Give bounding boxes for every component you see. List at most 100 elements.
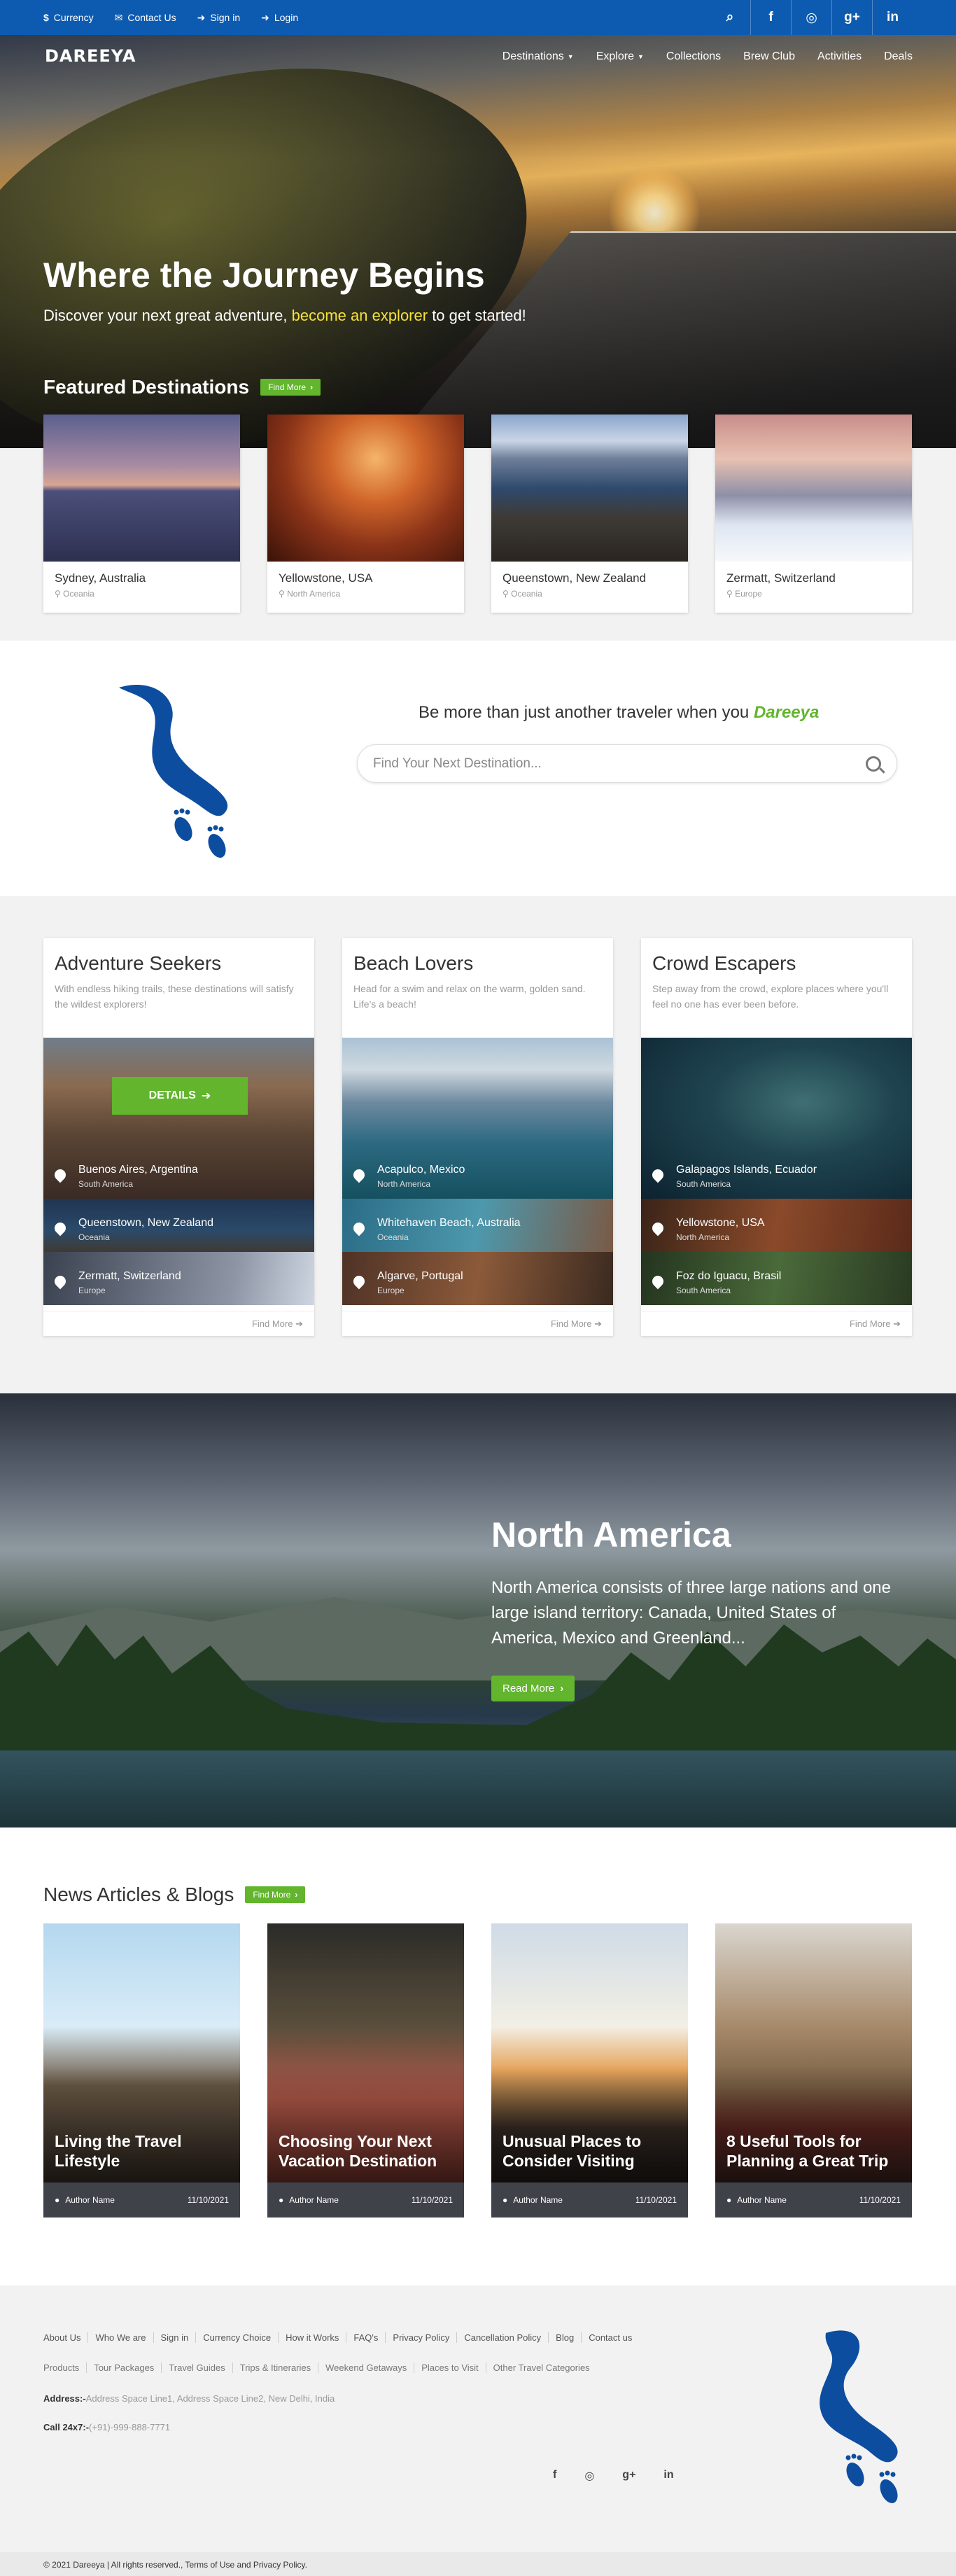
nav-label: Explore: [596, 50, 634, 62]
place-info: Zermatt, Switzerland Europe: [52, 1270, 181, 1295]
article-title[interactable]: 8 Useful Tools for Planning a Great Trip: [726, 2132, 901, 2171]
footer-link[interactable]: Sign in: [153, 2332, 196, 2343]
nav-destinations[interactable]: Destinations ▼: [502, 50, 574, 63]
tagline-brand: Dareeya: [753, 703, 820, 722]
featured-card[interactable]: Yellowstone, USA ⚲ North America: [267, 415, 464, 613]
news-find-more-button[interactable]: Find More ›: [245, 1886, 306, 1903]
featured-card[interactable]: Queenstown, New Zealand ⚲ Oceania: [491, 415, 688, 613]
currency-link[interactable]: $ Currency: [43, 12, 94, 24]
article-card[interactable]: 8 Useful Tools for Planning a Great Trip…: [715, 1923, 912, 2218]
details-button[interactable]: DETAILS ➔: [112, 1077, 248, 1115]
nav-brew-club[interactable]: Brew Club: [743, 50, 795, 63]
linkedin-icon[interactable]: in: [663, 2469, 673, 2483]
place-row[interactable]: Zermatt, Switzerland Europe: [43, 1252, 314, 1305]
address-value: Address Space Line1, Address Space Line2…: [85, 2393, 335, 2404]
footer-link[interactable]: How it Works: [278, 2332, 346, 2343]
search-placeholder: Find Your Next Destination...: [373, 756, 542, 771]
nav-activities[interactable]: Activities: [817, 50, 862, 63]
facebook-icon[interactable]: f: [750, 0, 791, 35]
article-title[interactable]: Unusual Places to Consider Visiting: [502, 2132, 677, 2171]
read-more-button[interactable]: Read More ›: [491, 1676, 575, 1701]
nav-label: Destinations: [502, 50, 564, 62]
phone-label: Call 24x7:-: [43, 2422, 90, 2432]
arrow-right-icon: ➔: [295, 1318, 303, 1329]
featured-find-more-button[interactable]: Find More ›: [260, 379, 321, 396]
mail-icon: ✉: [114, 11, 123, 23]
article-card[interactable]: Choosing Your Next Vacation Destination …: [267, 1923, 464, 2218]
top-links: $ Currency ✉ Contact Us ➜ Sign in ➜ Login: [43, 12, 298, 24]
search-icon[interactable]: [866, 756, 881, 772]
footer-link[interactable]: Other Travel Categories: [485, 2362, 597, 2373]
featured-card[interactable]: Zermatt, Switzerland ⚲ Europe: [715, 415, 912, 613]
footer-link[interactable]: Products: [43, 2362, 86, 2373]
find-more-link[interactable]: Find More ➔: [342, 1311, 613, 1336]
copyright-bar: © 2021 Dareeya | All rights reserved., T…: [0, 2552, 956, 2576]
place-row[interactable]: Yellowstone, USA North America: [641, 1199, 912, 1252]
find-more-link[interactable]: Find More ➔: [641, 1311, 912, 1336]
article-author: Author Name: [289, 2195, 339, 2205]
map-pin-icon: [351, 1273, 367, 1290]
place-row[interactable]: Whitehaven Beach, Australia Oceania: [342, 1199, 613, 1252]
north-america-text: North America consists of three large na…: [491, 1578, 891, 1648]
search-icon[interactable]: ⌕: [710, 0, 750, 35]
article-card[interactable]: Living the Travel Lifestyle ● Author Name…: [43, 1923, 240, 2218]
instagram-icon[interactable]: ◎: [791, 0, 831, 35]
region-label: Oceania: [511, 589, 542, 599]
google-plus-icon[interactable]: g+: [831, 0, 872, 35]
find-more-label: Find More: [251, 1318, 293, 1329]
footer-link[interactable]: Cancellation Policy: [456, 2332, 548, 2343]
nav-deals[interactable]: Deals: [884, 50, 913, 63]
contact-us-link[interactable]: ✉ Contact Us: [115, 12, 176, 24]
footer-link[interactable]: Currency Choice: [195, 2332, 278, 2343]
place-row[interactable]: Galapagos Islands, Ecuador South America: [641, 1038, 912, 1199]
become-explorer-link[interactable]: become an explorer: [292, 307, 428, 324]
footer-link[interactable]: About Us: [43, 2332, 87, 2343]
google-plus-icon[interactable]: g+: [622, 2469, 635, 2483]
place-row[interactable]: Foz do Iguacu, Brasil South America: [641, 1252, 912, 1305]
map-pin-icon: [52, 1167, 69, 1183]
article-title[interactable]: Living the Travel Lifestyle: [55, 2132, 230, 2171]
footer-link[interactable]: Trips & Itineraries: [232, 2362, 318, 2373]
place-row[interactable]: Algarve, Portugal Europe: [342, 1252, 613, 1305]
site-logo[interactable]: DAREEYA: [45, 46, 136, 66]
instagram-icon[interactable]: ◎: [584, 2469, 594, 2483]
article-date: 11/10/2021: [411, 2195, 453, 2205]
nav-collections[interactable]: Collections: [666, 50, 721, 63]
place-row[interactable]: Queenstown, New Zealand Oceania: [43, 1199, 314, 1252]
address-label: Address:-: [43, 2393, 86, 2404]
article-author: Author Name: [737, 2195, 787, 2205]
category-description: Step away from the crowd, explore places…: [652, 983, 889, 1010]
sign-in-link[interactable]: ➜ Sign in: [197, 12, 241, 24]
footer-link[interactable]: Contact us: [581, 2332, 639, 2343]
footer-link[interactable]: Blog: [548, 2332, 581, 2343]
footer-link[interactable]: Tour Packages: [86, 2362, 161, 2373]
facebook-icon[interactable]: f: [553, 2469, 556, 2483]
article-title[interactable]: Choosing Your Next Vacation Destination: [279, 2132, 454, 2171]
featured-card[interactable]: Sydney, Australia ⚲ Oceania: [43, 415, 240, 613]
hero-title: Where the Journey Begins: [43, 256, 485, 295]
footer-mascot-logo: [820, 2330, 898, 2503]
place-info: Galapagos Islands, Ecuador South America: [649, 1164, 817, 1189]
place-name: Foz do Iguacu, Brasil: [676, 1270, 782, 1282]
place-row[interactable]: Acapulco, Mexico North America: [342, 1038, 613, 1199]
place-name: Whitehaven Beach, Australia: [377, 1217, 521, 1229]
article-card[interactable]: Unusual Places to Consider Visiting ● Aut…: [491, 1923, 688, 2218]
linkedin-icon[interactable]: in: [872, 0, 913, 35]
place-name: Zermatt, Switzerland: [78, 1270, 181, 1282]
place-region: Europe: [377, 1286, 405, 1295]
nav-explore[interactable]: Explore ▼: [596, 50, 644, 63]
login-link[interactable]: ➜ Login: [261, 12, 298, 24]
footer-link[interactable]: Privacy Policy: [385, 2332, 456, 2343]
footer-link[interactable]: Who We are: [87, 2332, 153, 2343]
footer-link[interactable]: Weekend Getaways: [318, 2362, 414, 2373]
sign-in-icon: ➜: [197, 11, 206, 23]
destination-name: Yellowstone, USA: [279, 571, 373, 585]
place-row[interactable]: DETAILS ➔ Buenos Aires, Argentina South Am…: [43, 1038, 314, 1199]
footer-link[interactable]: Places to Visit: [414, 2362, 485, 2373]
place-info: Yellowstone, USA North America: [649, 1217, 765, 1242]
footer-link[interactable]: Travel Guides: [161, 2362, 232, 2373]
find-more-link[interactable]: Find More ➔: [43, 1311, 314, 1336]
map-pin-icon: [649, 1167, 666, 1183]
footer-link[interactable]: FAQ's: [346, 2332, 385, 2343]
destination-search-bar[interactable]: Find Your Next Destination...: [357, 744, 897, 783]
